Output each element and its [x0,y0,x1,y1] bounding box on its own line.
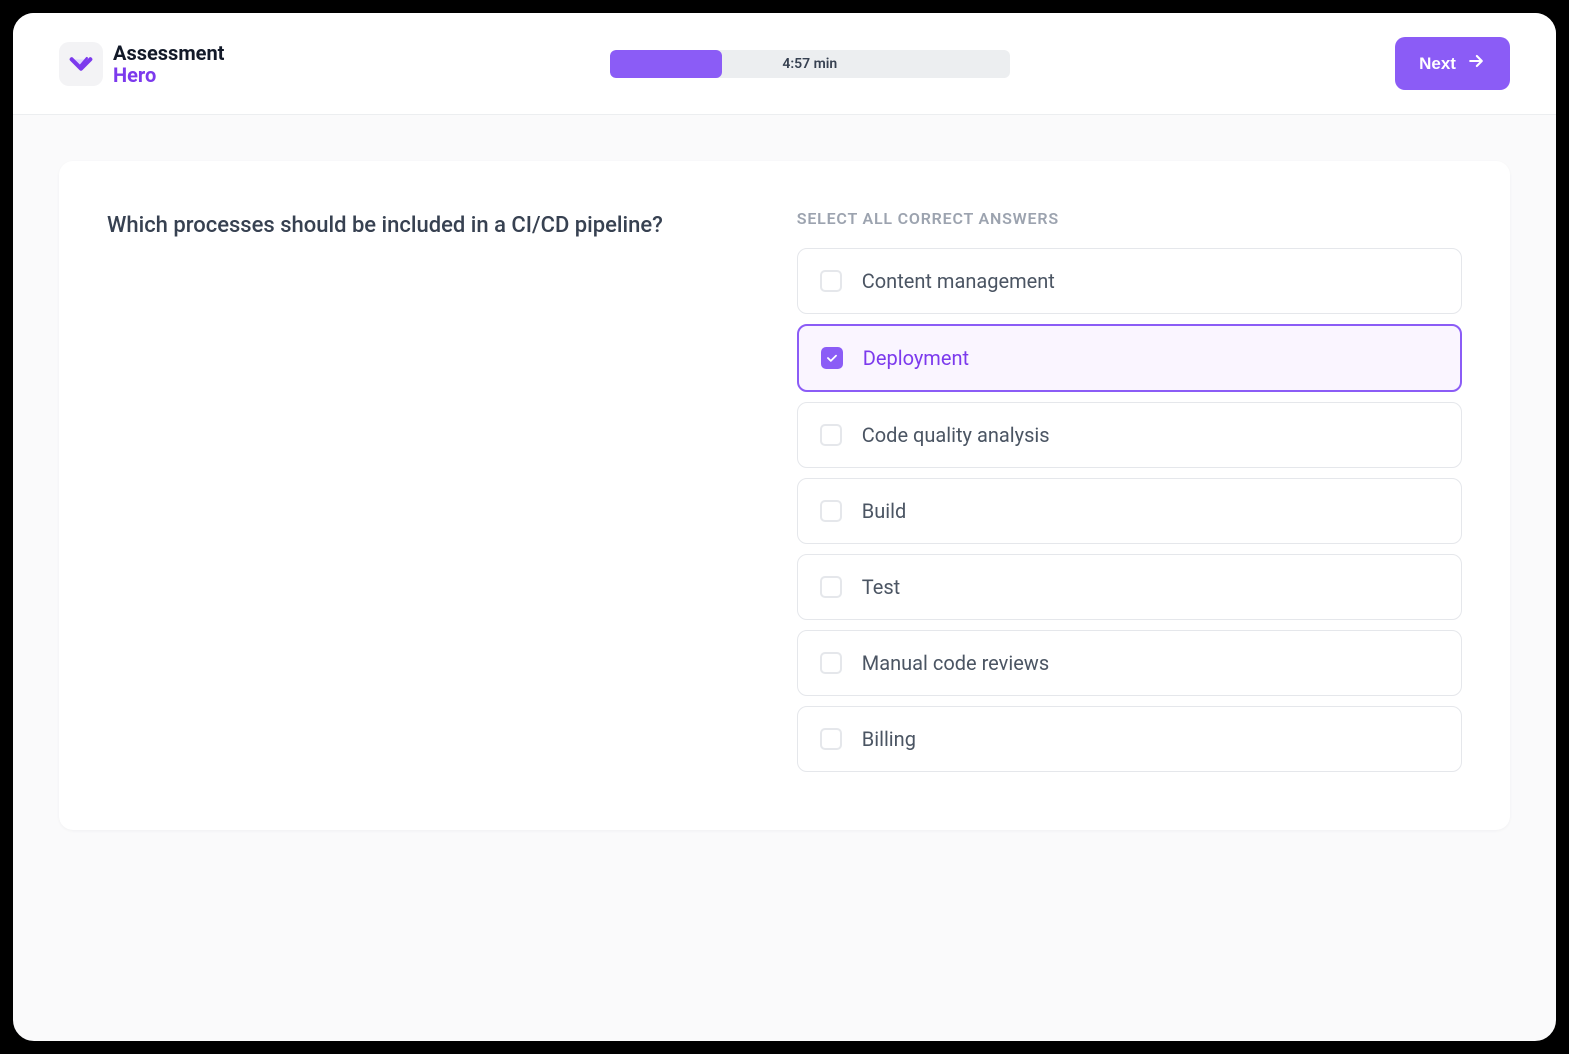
progress-bar-fill [610,50,722,78]
next-button[interactable]: Next [1395,37,1510,90]
answer-label: Deployment [863,346,969,370]
answer-label: Code quality analysis [862,423,1050,447]
answer-option[interactable]: Content management [797,248,1462,314]
checkbox-icon [820,728,842,750]
question-section: Which processes should be included in a … [107,209,717,782]
answer-label: Manual code reviews [862,651,1049,675]
next-button-label: Next [1419,54,1456,74]
brand-text: Assessment Hero [113,42,224,86]
content-area: Which processes should be included in a … [13,115,1556,876]
answer-label: Test [862,575,900,599]
checkbox-icon [820,500,842,522]
checkbox-icon [820,270,842,292]
checkbox-icon [820,424,842,446]
answers-section: SELECT ALL CORRECT ANSWERS Content manag… [797,209,1462,782]
answer-label: Build [862,499,907,523]
answer-option[interactable]: Build [797,478,1462,544]
answer-option[interactable]: Billing [797,706,1462,772]
answers-instruction: SELECT ALL CORRECT ANSWERS [797,209,1462,228]
answer-label: Content management [862,269,1055,293]
timer-progress: 4:57 min [610,50,1010,78]
checkbox-icon [820,576,842,598]
brand-name-line1: Assessment [113,42,224,64]
answer-option[interactable]: Test [797,554,1462,620]
app-header: Assessment Hero 4:57 min Next [13,13,1556,115]
answer-option[interactable]: Deployment [797,324,1462,392]
question-card: Which processes should be included in a … [59,161,1510,830]
app-window: Assessment Hero 4:57 min Next W [10,10,1559,1044]
answer-label: Billing [862,727,916,751]
answer-option[interactable]: Manual code reviews [797,630,1462,696]
brand-logo: Assessment Hero [59,42,224,86]
answers-list: Content management Deployment Code quality… [797,248,1462,772]
answer-option[interactable]: Code quality analysis [797,402,1462,468]
brand-name-line2: Hero [113,64,224,86]
timer-text: 4:57 min [782,56,837,72]
arrow-right-icon [1466,51,1486,76]
question-text: Which processes should be included in a … [107,209,717,242]
checkbox-icon [820,652,842,674]
checkbox-icon [821,347,843,369]
brand-icon [59,42,103,86]
